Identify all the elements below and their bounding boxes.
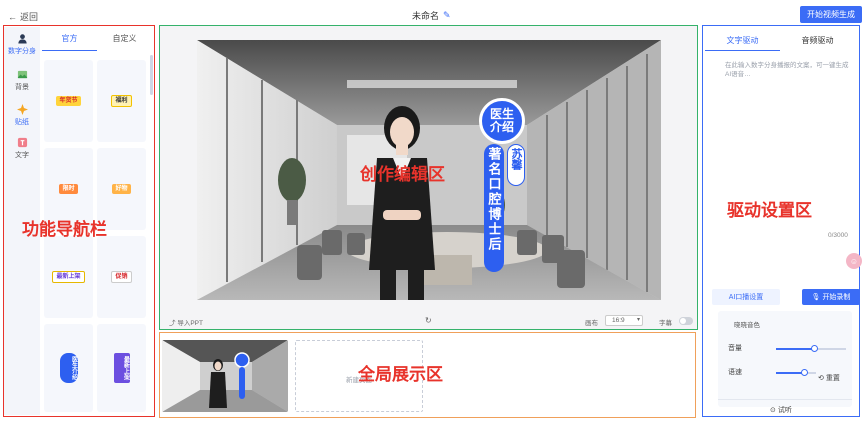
sticker-item: 年货节 (56, 95, 81, 107)
record-label: 开始录制 (822, 294, 851, 301)
listen-button[interactable]: ⊙ 试听 (770, 405, 792, 415)
sticker-item: 最新上架 (52, 270, 85, 284)
ai-voice-settings-button[interactable]: AI口播设置 (712, 289, 780, 305)
volume-label: 音量 (728, 345, 742, 352)
back-arrow-icon: ← (8, 11, 17, 22)
global-region-label: 全局展示区 (358, 365, 443, 384)
start-recording-button[interactable]: 🎙 开始录制 (802, 289, 860, 305)
nav-label-avatar: 数字分身 (8, 48, 36, 55)
sparkle-icon (16, 104, 28, 115)
listen-label: 试听 (777, 407, 792, 414)
sticker-item: 限时 (59, 183, 78, 195)
badge-title: 医生介绍 (489, 106, 514, 134)
refresh-icon[interactable]: ↻ (425, 316, 432, 325)
title-text: 未命名 (412, 11, 440, 21)
ratio-value: 16:9 (612, 317, 625, 324)
sticker-card[interactable]: 福利 (97, 60, 146, 142)
page-thumbnail[interactable] (162, 340, 288, 412)
sticker-card[interactable]: 促销 (97, 236, 146, 318)
nav-label-text: 文字 (15, 152, 29, 159)
voice-name[interactable]: 晓晓音色 (734, 319, 760, 329)
divider (718, 399, 852, 400)
speed-knob[interactable] (800, 369, 808, 376)
volume-knob[interactable] (810, 345, 818, 352)
sticker-card[interactable]: 最新上架 (97, 324, 146, 412)
play-circle-icon: ⊙ (770, 407, 776, 414)
reset-label: 重置 (825, 375, 840, 382)
thumbnail-image (162, 340, 288, 412)
ratio-select[interactable]: 16:9 ▾ (605, 315, 643, 326)
speed-label: 语速 (728, 369, 742, 376)
assistant-float-icon[interactable]: ☺ (846, 253, 862, 269)
nav-item-avatar[interactable]: 数字分身 (4, 33, 40, 56)
reset-icon: ⟲ (818, 375, 824, 382)
generate-video-button[interactable]: 开始视频生成 (800, 6, 862, 23)
title-banner-text: 著名口腔博士后 (486, 147, 502, 252)
tab-custom[interactable]: 自定义 (97, 33, 152, 51)
import-ppt-button[interactable]: ⤴ 导入PPT (169, 317, 203, 327)
speed-slider[interactable] (776, 369, 816, 376)
edit-region-label: 创作编辑区 (360, 165, 445, 184)
script-textarea[interactable]: 在此输入数字分身播报的文案，可一键生成AI语音… (725, 61, 853, 79)
person-icon (17, 34, 27, 44)
nav-item-background[interactable]: 背景 (4, 69, 40, 92)
name-tag-text: 苏馨 (510, 148, 522, 170)
doctor-intro-badge[interactable]: 医生介绍 (479, 98, 525, 144)
sticker-card[interactable]: 医生介绍 (44, 324, 93, 412)
volume-fill (776, 348, 815, 350)
char-count: 0/3000 (828, 232, 848, 239)
sticker-item: 最新上架 (113, 353, 130, 383)
nav-item-sticker[interactable]: 贴纸 (4, 104, 40, 127)
canvas-ratio-label: 画布 (585, 320, 598, 327)
sticker-card[interactable]: 最新上架 (44, 236, 93, 318)
drive-tabs: 文字驱动 音频驱动 (705, 35, 855, 51)
drive-region-label: 驱动设置区 (727, 201, 812, 220)
subtitle-toggle[interactable] (679, 317, 693, 325)
nav-label-background: 背景 (15, 84, 29, 91)
name-tag[interactable]: 苏馨 (507, 144, 525, 186)
volume-slider[interactable] (776, 345, 846, 352)
reset-button[interactable]: ⟲ 重置 (818, 373, 840, 383)
tab-official[interactable]: 官方 (42, 33, 97, 51)
sticker-item: 好物 (112, 183, 131, 195)
chevron-down-icon: ▾ (636, 317, 640, 323)
sticker-item: 医生介绍 (59, 353, 78, 383)
nav-label-sticker: 贴纸 (15, 119, 29, 126)
import-ppt-label: 导入PPT (177, 320, 203, 327)
edit-pencil-icon[interactable]: ✎ (443, 10, 451, 21)
canvas-toolbar: ⤴ 导入PPT ↻ 画布 16:9 ▾ 字幕 (165, 315, 695, 328)
sticker-item: 促销 (111, 270, 132, 284)
sticker-card[interactable]: 年货节 (44, 60, 93, 142)
nav-region-label: 功能导航栏 (22, 220, 107, 239)
text-icon (17, 137, 27, 148)
title-banner[interactable]: 著名口腔博士后 (484, 144, 504, 272)
back-button[interactable]: ← 返回 (8, 10, 38, 23)
nav-scrollbar[interactable] (150, 55, 153, 95)
mic-icon: 🎙 (811, 294, 821, 301)
sticker-item: 福利 (111, 94, 132, 108)
tab-text-drive[interactable]: 文字驱动 (705, 35, 780, 51)
image-icon (17, 70, 27, 79)
tab-audio-drive[interactable]: 音频驱动 (780, 35, 855, 51)
project-title: 未命名 ✎ (412, 9, 451, 22)
back-label: 返回 (20, 12, 39, 22)
subtitle-label: 字幕 (659, 320, 672, 327)
sticker-tabs: 官方 自定义 (42, 33, 152, 51)
upload-icon: ⤴ (169, 320, 176, 327)
nav-item-text[interactable]: 文字 (4, 137, 40, 160)
